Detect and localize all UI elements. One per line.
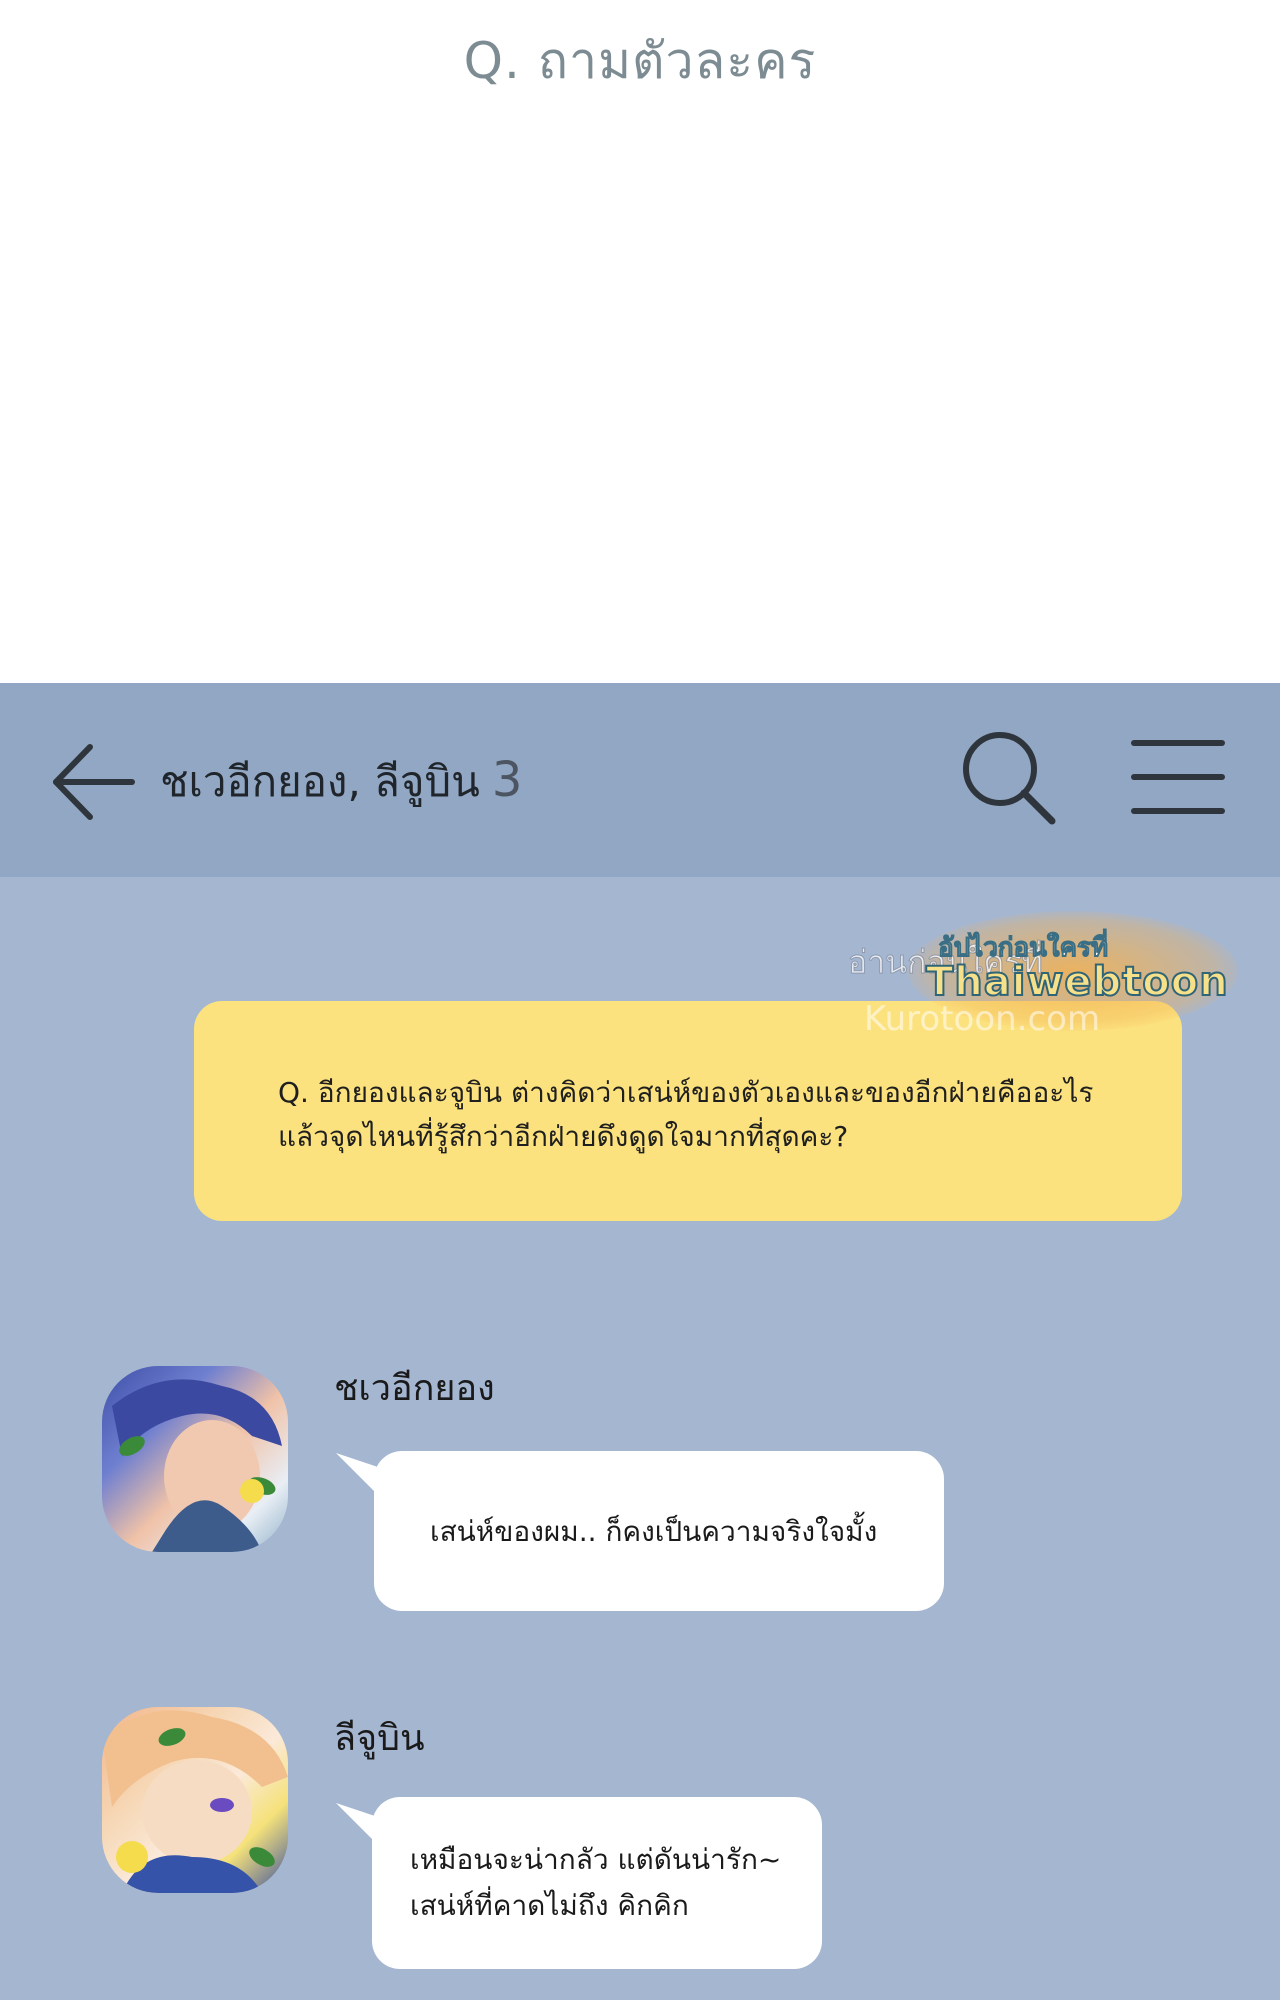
message-text: เสน่ห์ของผม.. ก็คงเป็นความจริงใจมั้ง [430,1515,878,1548]
avatar[interactable] [102,1366,288,1552]
member-count: 3 [491,752,523,808]
page-title: Q. ถามตัวละคร [463,32,817,90]
question-line: Q. อีกยองและจูบิน ต่างคิดว่าเสน่ห์ของตัว… [278,1076,1094,1109]
watermark: อ่านก่อนใครที่ อัปไวก่อนใครที่ Thaiwebto… [848,901,1268,1051]
hamburger-menu-icon [1131,740,1225,814]
menu-button[interactable] [1130,735,1226,819]
question-line: แล้วจุดไหนที่รู้สึกว่าอีกฝ่ายดึงดูดใจมาก… [278,1120,849,1153]
watermark-site: Kurotoon.com [864,999,1101,1039]
avatar-illustration [102,1710,288,1893]
chat-name: ชเวอีกยอง, ลีจูบิน [160,757,480,806]
chat-header: ชเวอีกยอง, ลีจูบิน 3 [0,683,1280,877]
search-icon [963,732,1056,825]
message-text: เสน่ห์ที่คาดไม่ถึง คิกคิก [410,1889,689,1922]
back-button[interactable] [50,739,136,825]
sender-name: ชเวอีกยอง [334,1368,495,1409]
message-bubble: เสน่ห์ของผม.. ก็คงเป็นความจริงใจมั้ง [374,1451,944,1611]
message-text: เหมือนจะน่ากลัว แต่ดันน่ารัก~ [410,1843,782,1876]
chat-window: ชเวอีกยอง, ลีจูบิน 3 Q. อีกยองและจูบิน ต่… [0,683,1280,2000]
message-bubble: เหมือนจะน่ากลัว แต่ดันน่ารัก~ เสน่ห์ที่ค… [372,1797,822,1969]
avatar[interactable] [102,1707,288,1893]
chat-title: ชเวอีกยอง, ลีจูบิน 3 [160,749,522,815]
search-button[interactable] [958,727,1058,827]
arrow-left-icon [53,744,135,820]
sender-name: ลีจูบิน [334,1718,425,1759]
avatar-illustration [112,1379,282,1552]
